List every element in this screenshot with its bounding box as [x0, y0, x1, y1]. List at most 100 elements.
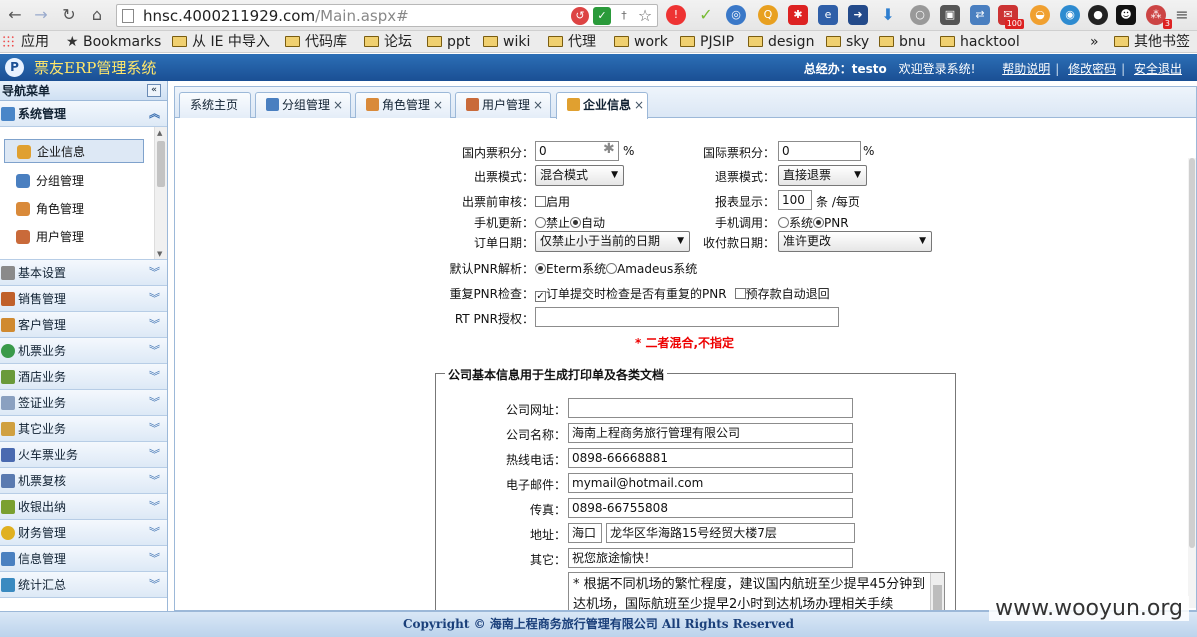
address-city-input[interactable]: 海口 — [568, 523, 602, 543]
textarea-scrollbar[interactable] — [930, 573, 944, 610]
sidebar-group[interactable]: 财务管理 ︾ — [0, 520, 167, 546]
fax-input[interactable]: 0898-66755808 — [568, 498, 853, 518]
e-ext-icon[interactable]: e — [818, 5, 838, 25]
payment-date-select[interactable]: 准许更改 ▼ — [778, 231, 932, 252]
order-date-select[interactable]: 仅禁止小于当前的日期 ▼ — [535, 231, 690, 252]
sidebar-item-groups[interactable]: 分组管理 — [4, 169, 144, 193]
close-icon[interactable]: × — [533, 98, 543, 112]
reload-icon[interactable]: ↻ — [58, 4, 80, 26]
hotline-input[interactable]: 0898-66668881 — [568, 448, 853, 468]
asterisk-ext-icon[interactable]: ✱ — [788, 5, 808, 25]
scroll-thumb[interactable] — [157, 141, 165, 187]
tab-groups[interactable]: 分组管理 × — [255, 92, 351, 118]
phone-call-pnr-radio[interactable] — [813, 217, 825, 228]
phone-update-auto-radio[interactable] — [570, 217, 582, 228]
bookmark-folder[interactable]: PJSIP — [680, 33, 734, 51]
sidebar-group[interactable]: 基本设置 ︾ — [0, 260, 167, 286]
globe-ext-icon[interactable]: ◎ — [726, 5, 746, 25]
company-name-input[interactable]: 海南上程商务旅行管理有限公司 — [568, 423, 853, 443]
collapse-sidebar-button[interactable]: « — [147, 84, 161, 97]
sidebar-group[interactable]: 机票复核 ︾ — [0, 468, 167, 494]
scroll-up-icon[interactable]: ▲ — [157, 129, 162, 137]
bookmark-folder[interactable]: sky — [826, 33, 869, 51]
bookmark-folder[interactable]: 代理 — [548, 33, 596, 51]
key-icon[interactable]: † — [615, 7, 633, 25]
report-rows-input[interactable]: 100 — [778, 190, 812, 210]
sidebar-group[interactable]: 机票业务 ︾ — [0, 338, 167, 364]
bookmark-folder[interactable]: 代码库 — [285, 33, 347, 51]
sidebar-group[interactable]: 火车票业务 ︾ — [0, 442, 167, 468]
lightbulb-ext-icon[interactable]: ● — [1088, 5, 1108, 25]
world-ext-icon[interactable]: ◉ — [1060, 5, 1080, 25]
logout-link[interactable]: 安全退出 — [1134, 62, 1182, 76]
help-link[interactable]: 帮助说明 — [1002, 62, 1050, 76]
bookmark-folder[interactable]: 论坛 — [364, 33, 412, 51]
notes-textarea[interactable]: * 根据不同机场的繁忙程度，建议国内航班至少提早45分钟到达机场，国际航班至少提… — [568, 572, 945, 610]
sidebar-item-roles[interactable]: 角色管理 — [4, 197, 144, 221]
circle-ext-icon[interactable]: ○ — [910, 5, 930, 25]
forward-icon[interactable]: → — [30, 4, 52, 26]
close-icon[interactable]: × — [333, 98, 343, 112]
bookmark-folder[interactable]: wiki — [483, 33, 530, 51]
phone-call-system-radio[interactable] — [778, 217, 789, 228]
scroll-thumb[interactable] — [1189, 158, 1195, 548]
issue-mode-select[interactable]: 混合模式 ▼ — [535, 165, 624, 186]
home-icon[interactable]: ⌂ — [86, 4, 108, 26]
intl-points-input[interactable]: 0 — [778, 141, 861, 161]
bookmark-folder[interactable]: 从 IE 中导入 — [172, 33, 270, 51]
sidebar-group[interactable]: 统计汇总 ︾ — [0, 572, 167, 598]
sidebar-group[interactable]: 销售管理 ︾ — [0, 286, 167, 312]
menu-icon[interactable]: ≡ — [1172, 5, 1192, 25]
website-input[interactable] — [568, 398, 853, 418]
refresh-history-icon[interactable]: ↺ — [571, 7, 589, 25]
apps-ext-icon[interactable]: ⁂ 3 — [1146, 5, 1172, 29]
sidebar-item-users[interactable]: 用户管理 — [4, 225, 144, 249]
bookmark-other[interactable]: 其他书签 — [1114, 33, 1190, 51]
scroll-thumb[interactable] — [933, 585, 942, 610]
q-ext-icon[interactable]: Q — [758, 5, 778, 25]
content-scrollbar[interactable] — [1188, 158, 1196, 608]
sidebar-group-system[interactable]: 系统管理 ︽ — [0, 101, 167, 127]
close-icon[interactable]: × — [634, 98, 644, 112]
scroll-down-icon[interactable]: ▼ — [157, 250, 162, 258]
star-icon[interactable]: ☆ — [636, 7, 654, 25]
other-input[interactable]: 祝您旅途愉快！ — [568, 548, 853, 568]
sidebar-item-company-info[interactable]: 企业信息 — [4, 139, 144, 163]
back-icon[interactable]: ← — [4, 4, 26, 26]
translate-ext-icon[interactable]: ⇄ — [970, 5, 990, 25]
bookmark-folder[interactable]: hacktool — [940, 33, 1020, 51]
pnr-parse-amadeus-radio[interactable] — [606, 263, 618, 274]
dup-pnr-checkbox[interactable]: ✓ — [535, 291, 546, 302]
bookmark-folder[interactable]: bnu — [879, 33, 926, 51]
pnr-parse-eterm-radio[interactable] — [535, 263, 546, 274]
sidebar-group[interactable]: 收银出纳 ︾ — [0, 494, 167, 520]
rt-pnr-input[interactable] — [535, 307, 839, 327]
pre-audit-option[interactable]: 启用 — [535, 193, 570, 210]
basket-ext-icon[interactable]: ◒ — [1030, 5, 1050, 25]
submenu-scrollbar[interactable]: ▲ ▼ — [154, 127, 167, 259]
tab-company-info[interactable]: 企业信息 × — [556, 92, 648, 119]
tab-home[interactable]: 系统主页 — [179, 92, 251, 118]
sidebar-group[interactable]: 信息管理 ︾ — [0, 546, 167, 572]
bookmarks-more[interactable]: » — [1090, 33, 1099, 51]
bookmark-bookmarks[interactable]: ★ Bookmarks — [66, 33, 161, 51]
sidebar-group[interactable]: 酒店业务 ︾ — [0, 364, 167, 390]
download-ext-icon[interactable]: ⬇ — [878, 5, 898, 25]
address-street-input[interactable]: 龙华区华海路15号经贸大楼7层 — [606, 523, 855, 543]
puzzle-ext-icon[interactable]: ▣ — [940, 5, 960, 25]
close-icon[interactable]: × — [433, 98, 443, 112]
bookmark-folder[interactable]: design — [748, 33, 814, 51]
sidebar-group[interactable]: 其它业务 ︾ — [0, 416, 167, 442]
pre-audit-checkbox[interactable] — [535, 196, 546, 207]
shield-icon[interactable]: ✓ — [593, 7, 611, 25]
mail-ext-icon[interactable]: ✉ 100 — [998, 5, 1024, 29]
bookmark-folder[interactable]: ppt — [427, 33, 470, 51]
sidebar-group[interactable]: 签证业务 ︾ — [0, 390, 167, 416]
mask-ext-icon[interactable]: ☻ — [1116, 5, 1136, 25]
change-password-link[interactable]: 修改密码 — [1068, 62, 1116, 76]
sidebar-group[interactable]: 客户管理 ︾ — [0, 312, 167, 338]
arrow-ext-icon[interactable]: ➜ — [848, 5, 868, 25]
phone-update-forbid-radio[interactable] — [535, 217, 546, 228]
alert-ext-icon[interactable]: ! — [666, 5, 686, 25]
check-ext-icon[interactable]: ✓ — [696, 5, 716, 25]
